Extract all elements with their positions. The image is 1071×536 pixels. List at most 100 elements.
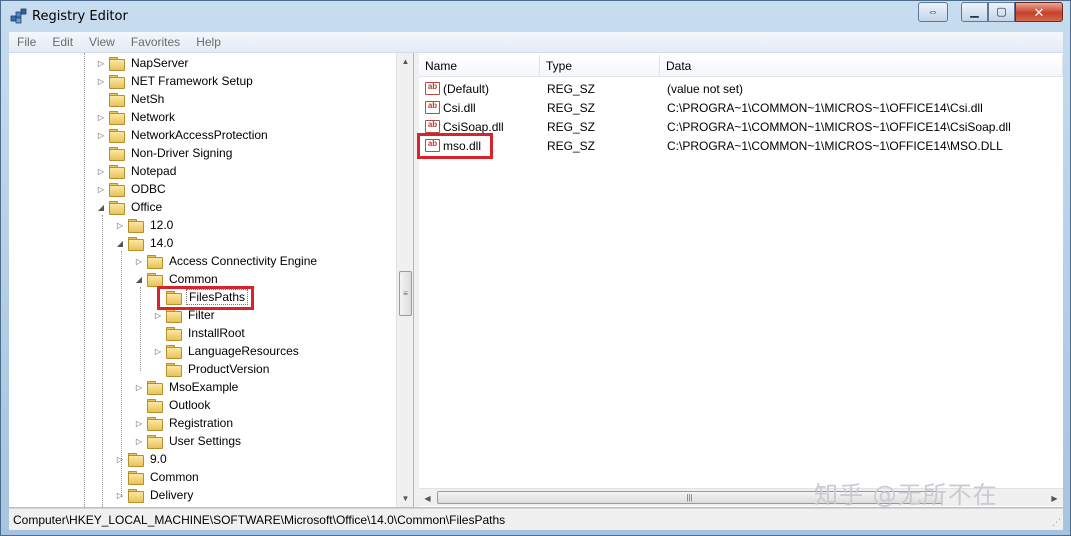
tree-item-installroot[interactable]: InstallRoot	[153, 324, 247, 342]
tree-item-14-0[interactable]: ◢ 14.0	[115, 234, 175, 252]
column-header-data[interactable]: Data	[660, 55, 1063, 77]
column-header-name[interactable]: Name	[419, 55, 540, 77]
folder-icon	[147, 272, 163, 287]
tree-connector	[96, 144, 106, 162]
maximize-icon: ▢	[996, 5, 1007, 18]
tree-item-12-0[interactable]: ▷ 12.0	[115, 216, 175, 234]
tree-item-common[interactable]: ◢ Common	[134, 270, 220, 288]
menu-view[interactable]: View	[81, 35, 123, 49]
expand-icon[interactable]: ▷	[115, 486, 125, 504]
expand-icon[interactable]: ▷	[134, 432, 144, 450]
tree-item-9-0[interactable]: ▷ 9.0	[115, 450, 169, 468]
scroll-right-icon[interactable]: ▶	[1046, 489, 1063, 507]
value-type: REG_SZ	[547, 119, 596, 134]
tree-guide-line	[140, 287, 141, 371]
close-button[interactable]: ✕	[1015, 2, 1063, 22]
collapse-icon[interactable]: ◢	[96, 198, 106, 216]
tree-item-registration[interactable]: ▷ Registration	[134, 414, 235, 432]
tree-item-napserver[interactable]: ▷ NapServer	[96, 54, 190, 72]
scroll-left-icon[interactable]: ◀	[419, 489, 436, 507]
close-icon: ✕	[1033, 4, 1045, 20]
tree-item-notepad[interactable]: ▷ Notepad	[96, 162, 178, 180]
value-data: C:\PROGRA~1\COMMON~1\MICROS~1\OFFICE14\C…	[667, 119, 1011, 134]
scroll-thumb[interactable]: ≡	[399, 271, 412, 316]
menu-edit[interactable]: Edit	[44, 35, 81, 49]
tree-item-non-driver-signing[interactable]: Non-Driver Signing	[96, 144, 234, 162]
expand-icon[interactable]: ▷	[134, 252, 144, 270]
folder-icon	[166, 344, 182, 359]
folder-icon	[109, 110, 125, 125]
tree-item-network[interactable]: ▷ Network	[96, 108, 177, 126]
folder-icon	[109, 164, 125, 179]
expand-icon[interactable]: ▷	[153, 306, 163, 324]
folder-icon	[109, 128, 125, 143]
expand-icon[interactable]: ▷	[96, 162, 106, 180]
tree-item-odbc[interactable]: ▷ ODBC	[96, 180, 168, 198]
value-name: mso.dll	[443, 138, 482, 153]
value-row-csi-dll[interactable]: ab Csi.dll REG_SZ C:\PROGRA~1\COMMON~1\MI…	[419, 98, 1063, 117]
string-value-icon: ab	[425, 82, 440, 95]
maximize-button[interactable]: ▢	[988, 2, 1015, 22]
tree-connector	[96, 90, 106, 108]
menu-help[interactable]: Help	[188, 35, 229, 49]
folder-icon	[147, 434, 163, 449]
tree-item-common-office[interactable]: Common	[115, 468, 201, 486]
tree-item-languageresources[interactable]: ▷ LanguageResources	[153, 342, 301, 360]
status-bar: Computer\HKEY_LOCAL_MACHINE\SOFTWARE\Mic…	[9, 508, 1063, 530]
window-title: Registry Editor	[32, 9, 128, 24]
tree-item-delivery[interactable]: ▷ Delivery	[115, 486, 195, 504]
folder-icon	[147, 380, 163, 395]
double-arrow-button[interactable]: ⇔	[918, 2, 948, 22]
tree-item-access-connectivity-engine[interactable]: ▷ Access Connectivity Engine	[134, 252, 319, 270]
minimize-button[interactable]: ▁	[961, 2, 988, 22]
value-data: C:\PROGRA~1\COMMON~1\MICROS~1\OFFICE14\C…	[667, 100, 983, 115]
registry-key-tree[interactable]: ▷ NapServer ▷ NET Framework Setup NetSh ▷ N…	[9, 53, 414, 507]
collapse-icon[interactable]: ◢	[115, 234, 125, 252]
tree-item-netsh[interactable]: NetSh	[96, 90, 166, 108]
column-header-type[interactable]: Type	[540, 55, 660, 77]
tree-item-filespaths[interactable]: FilesPaths	[153, 288, 249, 306]
scroll-down-icon[interactable]: ▼	[397, 490, 413, 507]
expand-icon[interactable]: ▷	[96, 180, 106, 198]
menu-favorites[interactable]: Favorites	[123, 35, 188, 49]
expand-icon[interactable]: ▷	[115, 216, 125, 234]
menu-file[interactable]: File	[9, 35, 44, 49]
folder-icon	[166, 326, 182, 341]
expand-icon[interactable]: ▷	[134, 378, 144, 396]
tree-vertical-scrollbar[interactable]: ▲ ≡ ▼	[396, 53, 413, 507]
string-value-icon: ab	[425, 139, 440, 152]
tree-item-filter[interactable]: ▷ Filter	[153, 306, 217, 324]
expand-icon[interactable]: ▷	[96, 54, 106, 72]
folder-icon	[166, 362, 182, 377]
folder-icon	[109, 92, 125, 107]
collapse-icon[interactable]: ◢	[134, 270, 144, 288]
tree-item-msoexample[interactable]: ▷ MsoExample	[134, 378, 240, 396]
expand-icon[interactable]: ▷	[115, 450, 125, 468]
tree-item-office[interactable]: ◢ Office	[96, 198, 164, 216]
expand-icon[interactable]: ▷	[153, 342, 163, 360]
folder-icon	[128, 452, 144, 467]
expand-icon[interactable]: ▷	[96, 126, 106, 144]
title-bar[interactable]: Registry Editor ⇔ ▁ ▢ ✕	[1, 1, 1070, 31]
tree-item-networkaccessprotection[interactable]: ▷ NetworkAccessProtection	[96, 126, 270, 144]
value-row-default[interactable]: ab (Default) REG_SZ (value not set)	[419, 79, 1063, 98]
tree-item-outlook[interactable]: Outlook	[134, 396, 212, 414]
tree-connector	[153, 360, 163, 378]
folder-icon	[166, 308, 182, 323]
registry-values-list[interactable]: Name Type Data ab (Default) REG_SZ (value…	[419, 53, 1063, 507]
tree-item-productversion[interactable]: ProductVersion	[153, 360, 271, 378]
value-row-mso-dll[interactable]: ab mso.dll REG_SZ C:\PROGRA~1\COMMON~1\MI…	[419, 136, 1063, 155]
folder-icon	[109, 74, 125, 89]
resize-grip-icon[interactable]: ⋰	[1052, 517, 1061, 528]
expand-icon[interactable]: ▷	[134, 414, 144, 432]
scroll-up-icon[interactable]: ▲	[397, 53, 413, 70]
tree-item-user-settings[interactable]: ▷ User Settings	[134, 432, 243, 450]
string-value-icon: ab	[425, 120, 440, 133]
value-row-csisoap-dll[interactable]: ab CsiSoap.dll REG_SZ C:\PROGRA~1\COMMON~…	[419, 117, 1063, 136]
expand-icon[interactable]: ▷	[96, 72, 106, 90]
menu-bar: File Edit View Favorites Help	[9, 32, 1063, 52]
tree-connector	[134, 396, 144, 414]
folder-icon	[128, 488, 144, 503]
tree-item-net-framework-setup[interactable]: ▷ NET Framework Setup	[96, 72, 255, 90]
expand-icon[interactable]: ▷	[96, 108, 106, 126]
